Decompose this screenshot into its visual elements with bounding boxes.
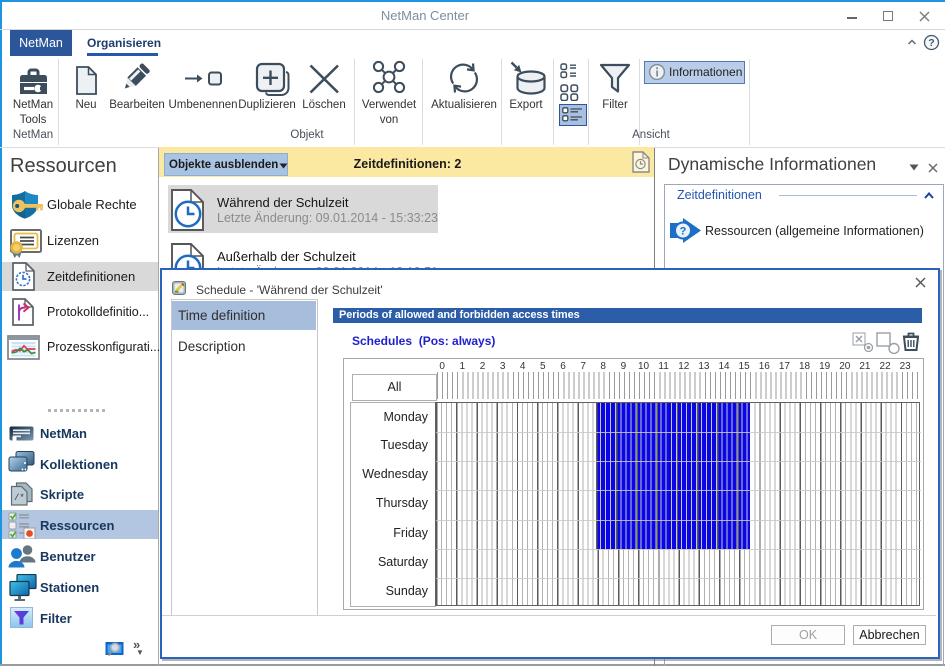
svg-text:?: ? xyxy=(680,226,687,238)
svg-text:/*: /* xyxy=(14,493,25,503)
svg-text:?: ? xyxy=(928,37,934,49)
